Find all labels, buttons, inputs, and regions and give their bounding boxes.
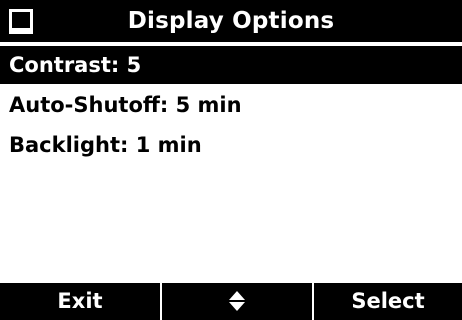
menu-item-contrast[interactable]: Contrast: 5: [0, 46, 462, 84]
soft-key-bar: Exit Select: [0, 283, 462, 320]
up-down-arrows-icon: [229, 290, 245, 311]
menu-item-auto-shutoff[interactable]: Auto-Shutoff: 5 min: [0, 86, 462, 124]
title-bar: Display Options: [0, 0, 462, 42]
navigate-button[interactable]: [162, 283, 312, 320]
exit-button[interactable]: Exit: [0, 283, 160, 320]
menu-item-backlight[interactable]: Backlight: 1 min: [0, 126, 462, 164]
page-title: Display Options: [127, 8, 335, 34]
select-button[interactable]: Select: [314, 283, 462, 320]
device-screen: Display Options Contrast: 5 Auto-Shutoff…: [0, 0, 462, 320]
